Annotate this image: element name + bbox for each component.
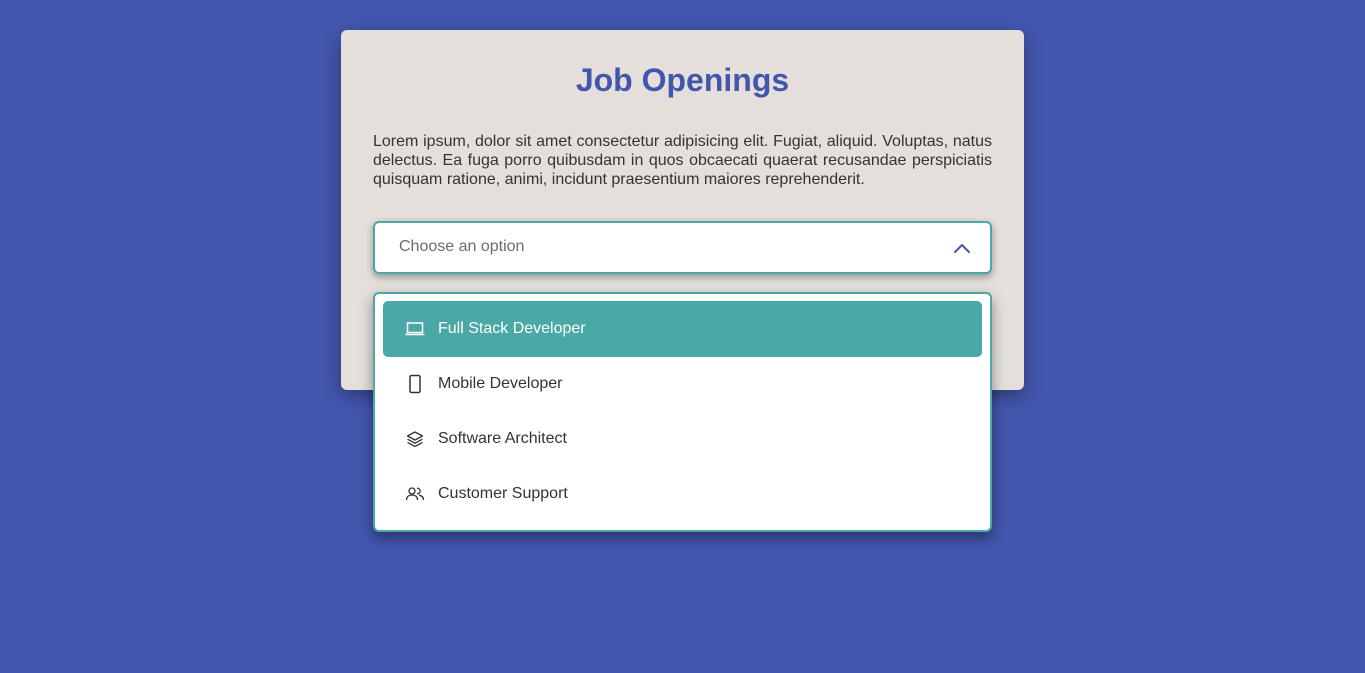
card-description: Lorem ipsum, dolor sit amet consectetur … [373,133,992,188]
select-placeholder: Choose an option [399,238,525,255]
laptop-icon [405,319,425,339]
layers-icon [405,429,425,449]
option-customer-support[interactable]: Customer Support [383,466,982,522]
job-select[interactable]: Choose an option [373,221,992,274]
option-mobile-developer[interactable]: Mobile Developer [383,356,982,412]
page-title: Job Openings [575,62,790,98]
chevron-up-icon[interactable] [952,239,972,257]
options-dropdown: Full Stack Developer Mobile Developer So… [373,292,992,532]
option-label: Full Stack Developer [438,320,586,337]
smartphone-icon [405,374,425,394]
option-label: Customer Support [438,485,568,502]
option-label: Software Architect [438,430,567,447]
users-icon [405,484,425,504]
option-full-stack-developer[interactable]: Full Stack Developer [383,301,982,357]
option-label: Mobile Developer [438,375,563,392]
option-software-architect[interactable]: Software Architect [383,411,982,467]
